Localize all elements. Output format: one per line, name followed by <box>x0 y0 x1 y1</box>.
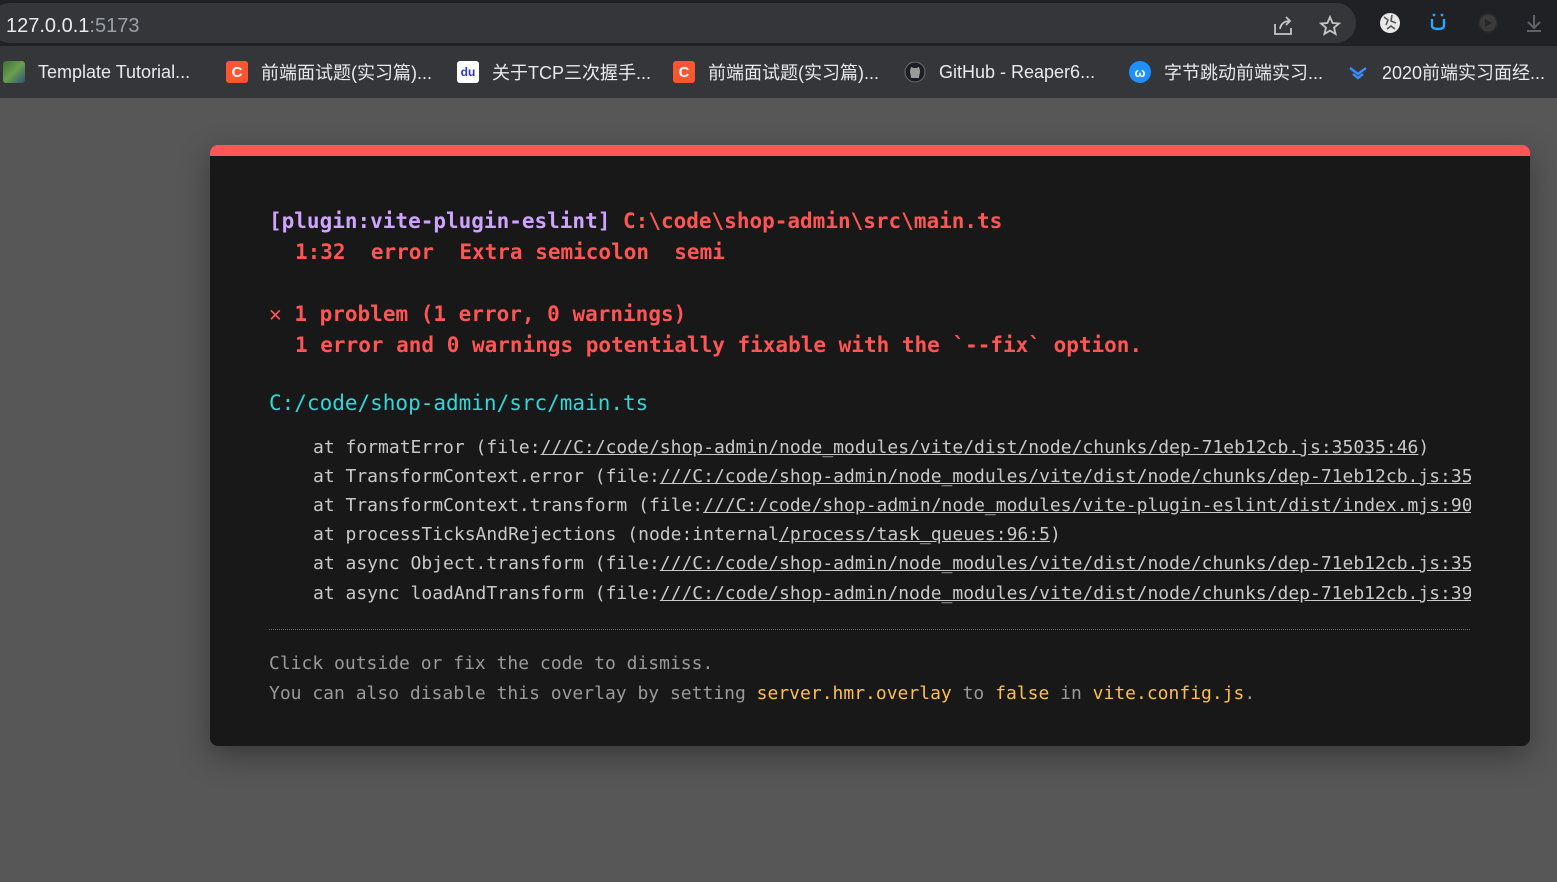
bookmark-label: GitHub - Reaper6... <box>939 61 1096 82</box>
bookmark-template-tutorial[interactable]: Template Tutorial... <box>3 59 190 85</box>
error-file-path: C:\code\shop-admin\src\main.ts <box>623 209 1003 233</box>
extension-ghost-icon[interactable] <box>1475 10 1501 36</box>
tip-text: . <box>1244 683 1256 704</box>
chevron-favicon-icon <box>1347 61 1369 83</box>
stack-frame: at async loadAndTransform (file:///C:/co… <box>313 582 1471 606</box>
bookmark-github[interactable]: GitHub - Reaper6... <box>904 59 1095 85</box>
stack-frame: at processTicksAndRejections (node:inter… <box>313 523 1471 547</box>
bookmark-bytedance[interactable]: ω 字节跳动前端实习... <box>1129 59 1323 85</box>
bookmark-csdn-1[interactable]: C 前端面试题(实习篇)... <box>226 59 432 85</box>
problem-count: 1 problem (1 error, 0 warnings) <box>294 302 687 326</box>
stack-frame-link[interactable]: ///C:/code/shop-admin/node_modules/vite/… <box>660 553 1471 574</box>
error-header: [plugin:vite-plugin-eslint] C:\code\shop… <box>269 206 1002 236</box>
url-text[interactable]: 127.0.0.1:5173 <box>6 14 139 38</box>
url-port: :5173 <box>89 15 140 37</box>
tip-setting-name: server.hmr.overlay <box>756 683 952 704</box>
error-x-icon: ✕ <box>269 302 282 326</box>
bookmark-baidu[interactable]: du 关于TCP三次握手... <box>457 59 651 85</box>
file-link[interactable]: C:/code/shop-admin/src/main.ts <box>269 388 648 418</box>
overlay-config-tip: You can also disable this overlay by set… <box>269 682 1255 706</box>
bookmark-2020[interactable]: 2020前端实习面经... <box>1347 59 1545 85</box>
blue-circle-favicon-icon: ω <box>1129 61 1151 83</box>
stack-frame-text: at formatError (file: <box>313 437 541 458</box>
bookmark-label: Template Tutorial... <box>38 61 191 82</box>
github-favicon-icon <box>904 61 926 83</box>
stack-frame: at TransformContext.error (file:///C:/co… <box>313 465 1471 489</box>
stack-frame-text: at TransformContext.error (file: <box>313 466 660 487</box>
url-host: 127.0.0.1 <box>6 15 90 37</box>
bookmark-csdn-2[interactable]: C 前端面试题(实习篇)... <box>673 59 879 85</box>
address-bar: 127.0.0.1:5173 <box>0 0 1557 46</box>
problem-summary: ✕ 1 problem (1 error, 0 warnings) <box>269 299 686 329</box>
fixable-note: 1 error and 0 warnings potentially fixab… <box>295 333 1143 357</box>
star-icon[interactable] <box>1317 13 1343 39</box>
stack-frame-link[interactable]: ///C:/code/shop-admin/node_modules/vite/… <box>660 583 1471 604</box>
tip-text: You can also disable this overlay by set… <box>269 683 757 704</box>
bookmark-label: 前端面试题(实习篇)... <box>261 63 432 83</box>
stack-frame-text: at async Object.transform (file: <box>313 553 660 574</box>
csdn-favicon-icon: C <box>226 61 248 83</box>
stack-frame-link[interactable]: ///C:/code/shop-admin/node_modules/vite/… <box>541 437 1419 458</box>
stack-frame-link[interactable]: /process/task_queues:96:5 <box>779 524 1050 545</box>
dismiss-tip: Click outside or fix the code to dismiss… <box>269 653 714 674</box>
bookmark-label: 2020前端实习面经... <box>1382 63 1546 83</box>
stack-frame-suffix: ) <box>1418 437 1430 458</box>
omnibox[interactable]: 127.0.0.1:5173 <box>0 3 1356 43</box>
tip-value: false <box>995 683 1050 704</box>
stack-frame: at async Object.transform (file:///C:/co… <box>313 552 1471 576</box>
stack-frame-text: at async loadAndTransform (file: <box>313 583 660 604</box>
share-icon[interactable] <box>1270 13 1296 39</box>
bookmark-label: 关于TCP三次握手... <box>492 63 652 83</box>
bookmark-label: 前端面试题(实习篇)... <box>708 63 879 83</box>
stack-frame: at formatError (file:///C:/code/shop-adm… <box>313 436 1471 460</box>
download-icon[interactable] <box>1521 10 1547 36</box>
bookmarks-bar: Template Tutorial... C 前端面试题(实习篇)... du … <box>0 46 1557 98</box>
extension-u-icon[interactable] <box>1425 10 1451 36</box>
extension-ball-icon[interactable] <box>1377 10 1403 36</box>
stack-frame-link[interactable]: ///C:/code/shop-admin/node_modules/vite/… <box>660 466 1471 487</box>
overlay-divider <box>269 629 1470 630</box>
error-detail: 1:32 error Extra semicolon semi <box>295 240 725 264</box>
tip-config-file: vite.config.js <box>1092 683 1245 704</box>
plugin-name: [plugin:vite-plugin-eslint] <box>269 209 611 233</box>
stack-frame-text: at TransformContext.transform (file: <box>313 495 704 516</box>
stack-frame-link[interactable]: ///C:/code/shop-admin/node_modules/vite-… <box>703 495 1471 516</box>
stack-frame-text: at processTicksAndRejections (node:inter… <box>313 524 779 545</box>
bookmark-label: 字节跳动前端实习... <box>1164 63 1324 83</box>
template-favicon-icon <box>3 61 25 83</box>
stack-frame-suffix: ) <box>1049 524 1061 545</box>
baidu-favicon-icon: du <box>457 61 479 83</box>
error-overlay[interactable]: [plugin:vite-plugin-eslint] C:\code\shop… <box>210 145 1530 746</box>
csdn-favicon-icon: C <box>673 61 695 83</box>
tip-text: to <box>951 683 996 704</box>
stack-frame: at TransformContext.transform (file:///C… <box>313 494 1471 518</box>
tip-text: in <box>1049 683 1093 704</box>
